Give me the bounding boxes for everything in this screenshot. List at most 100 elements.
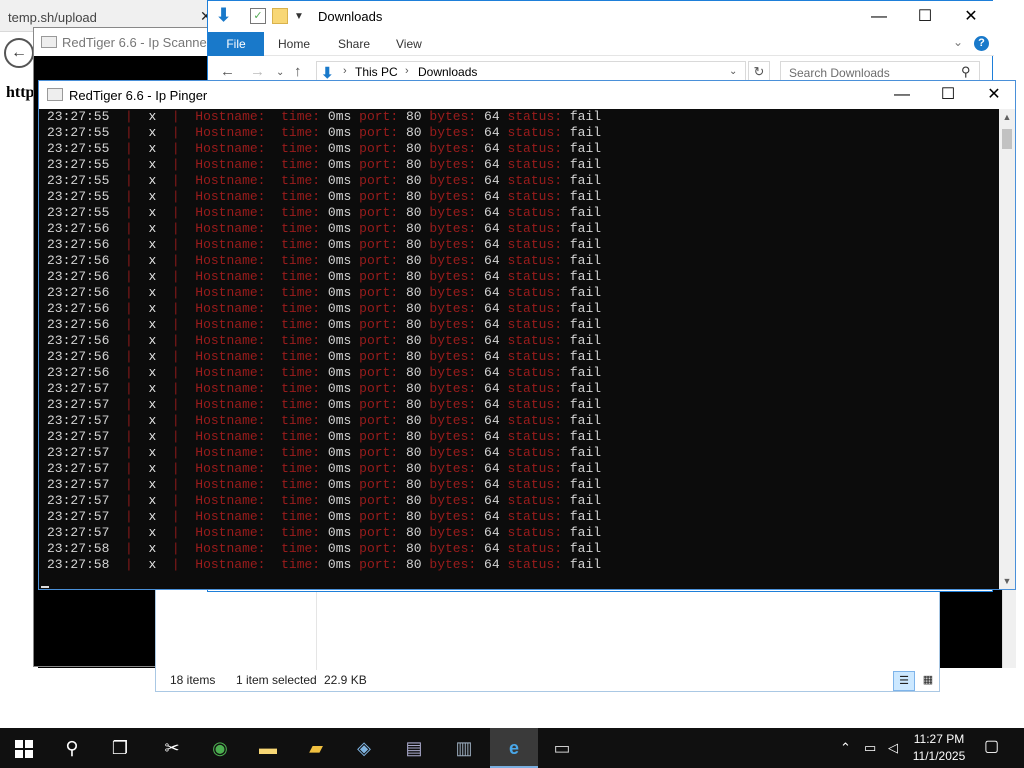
time-value: 0ms — [327, 141, 352, 156]
breadcrumb-this-pc[interactable]: This PC — [355, 65, 398, 79]
forward-arrow-icon[interactable]: → — [250, 63, 265, 80]
file-explorer-icon[interactable]: ▰ — [292, 728, 340, 768]
console-output[interactable]: 23:27:55 | x | Hostname: time: 0ms port:… — [39, 109, 999, 589]
up-arrow-icon[interactable]: ↑ — [294, 63, 302, 80]
chevron-down-icon[interactable]: ⌄ — [729, 66, 737, 77]
timestamp: 23:27:55 — [47, 141, 110, 156]
app-tool-icon[interactable]: ✂ — [148, 728, 196, 768]
chevron-right-icon[interactable]: › — [343, 65, 347, 77]
status-label: status: — [507, 253, 563, 268]
chevron-down-icon[interactable]: ▼ — [294, 11, 304, 22]
large-icons-view-icon[interactable]: ▦ — [917, 671, 939, 691]
internet-explorer-icon[interactable]: e — [490, 728, 538, 768]
tab-home[interactable]: Home — [278, 37, 310, 51]
pane-divider[interactable] — [316, 590, 317, 670]
search-icon[interactable]: ⚲ — [961, 64, 971, 80]
browser-icon[interactable]: ◉ — [196, 728, 244, 768]
start-button[interactable] — [0, 728, 48, 768]
close-button[interactable]: ✕ — [948, 1, 994, 32]
port-value: 80 — [405, 381, 422, 396]
separator: | — [109, 125, 149, 140]
console-line: 23:27:56 | x | Hostname: time: 0ms port:… — [39, 301, 999, 317]
folder-icon[interactable]: ▬ — [244, 728, 292, 768]
chevron-right-icon[interactable]: › — [405, 65, 409, 77]
window-titlebar[interactable]: RedTiger 6.6 - Ip Pinger — ☐ ✕ — [39, 81, 1015, 109]
separator: | — [156, 445, 196, 460]
tab-file[interactable]: File — [208, 32, 264, 56]
separator: | — [156, 429, 196, 444]
separator: | — [156, 493, 196, 508]
network-tool-icon[interactable]: ▥ — [440, 728, 488, 768]
port-label: port: — [359, 541, 399, 556]
scrollbar-thumb[interactable] — [1002, 129, 1012, 149]
search-icon[interactable]: ⚲ — [48, 728, 96, 768]
port-label: port: — [359, 477, 399, 492]
port-label: port: — [359, 445, 399, 460]
breadcrumb-downloads[interactable]: Downloads — [418, 65, 477, 79]
properties-icon[interactable]: ✓ — [250, 8, 266, 24]
status-value: fail — [569, 237, 602, 252]
port-label: port: — [359, 173, 399, 188]
time-value: 0ms — [327, 365, 352, 380]
task-view-icon[interactable]: ❐ — [96, 728, 144, 768]
bytes-value: 64 — [484, 157, 500, 172]
minimize-button[interactable]: — — [856, 1, 902, 32]
maximize-button[interactable]: ☐ — [925, 81, 971, 109]
time-value: 0ms — [327, 381, 352, 396]
scroll-down-icon[interactable]: ▼ — [999, 573, 1015, 589]
time-label: time: — [281, 221, 321, 236]
volume-muted-icon[interactable]: ◁ — [888, 740, 898, 756]
minimize-button[interactable]: — — [879, 81, 925, 109]
back-arrow-icon[interactable]: ← — [220, 63, 235, 80]
chevron-up-icon[interactable]: ⌃ — [840, 740, 851, 756]
window-titlebar[interactable]: ⬇ ✓ ▼ Downloads — ☐ ✕ — [208, 1, 994, 32]
port-label: port: — [359, 221, 399, 236]
console-line: 23:27:55 | x | Hostname: time: 0ms port:… — [39, 157, 999, 173]
terminal-icon[interactable]: ▭ — [538, 728, 586, 768]
tab-view[interactable]: View — [396, 37, 422, 51]
port-value: 80 — [405, 397, 422, 412]
status-value: fail — [569, 109, 602, 124]
details-view-icon[interactable]: ☰ — [893, 671, 915, 691]
separator: | — [109, 157, 149, 172]
ip-pinger-window[interactable]: RedTiger 6.6 - Ip Pinger — ☐ ✕ 23:27:55 … — [38, 80, 1016, 590]
console-line: 23:27:57 | x | Hostname: time: 0ms port:… — [39, 493, 999, 509]
time-label: time: — [281, 525, 321, 540]
time-value: 0ms — [327, 221, 352, 236]
help-icon[interactable]: ? — [974, 36, 989, 51]
virtualbox-icon[interactable]: ◈ — [340, 728, 388, 768]
network-icon[interactable]: ▭ — [864, 740, 876, 756]
hostname-label: Hostname: — [195, 253, 266, 268]
chevron-down-icon[interactable]: ⌄ — [276, 67, 284, 78]
new-folder-icon[interactable] — [272, 8, 288, 24]
clock[interactable]: 11:27 PM 11/1/2025 — [908, 731, 970, 765]
bytes-value: 64 — [484, 237, 500, 252]
port-value: 80 — [405, 413, 422, 428]
scroll-up-icon[interactable]: ▲ — [999, 109, 1015, 125]
maximize-button[interactable]: ☐ — [902, 1, 948, 32]
back-arrow-icon[interactable]: ← — [4, 38, 34, 68]
vertical-scrollbar[interactable]: ▲ ▼ — [999, 109, 1015, 589]
computer-icon[interactable]: ▤ — [390, 728, 438, 768]
window-titlebar[interactable]: RedTiger 6.6 - Ip Scanner — [34, 28, 214, 56]
tab-share[interactable]: Share — [338, 37, 370, 51]
close-button[interactable]: ✕ — [971, 81, 1017, 109]
notifications-icon[interactable]: ▢ — [984, 736, 999, 756]
chevron-down-icon[interactable]: ⌄ — [953, 35, 963, 49]
port-value: 80 — [405, 237, 422, 252]
